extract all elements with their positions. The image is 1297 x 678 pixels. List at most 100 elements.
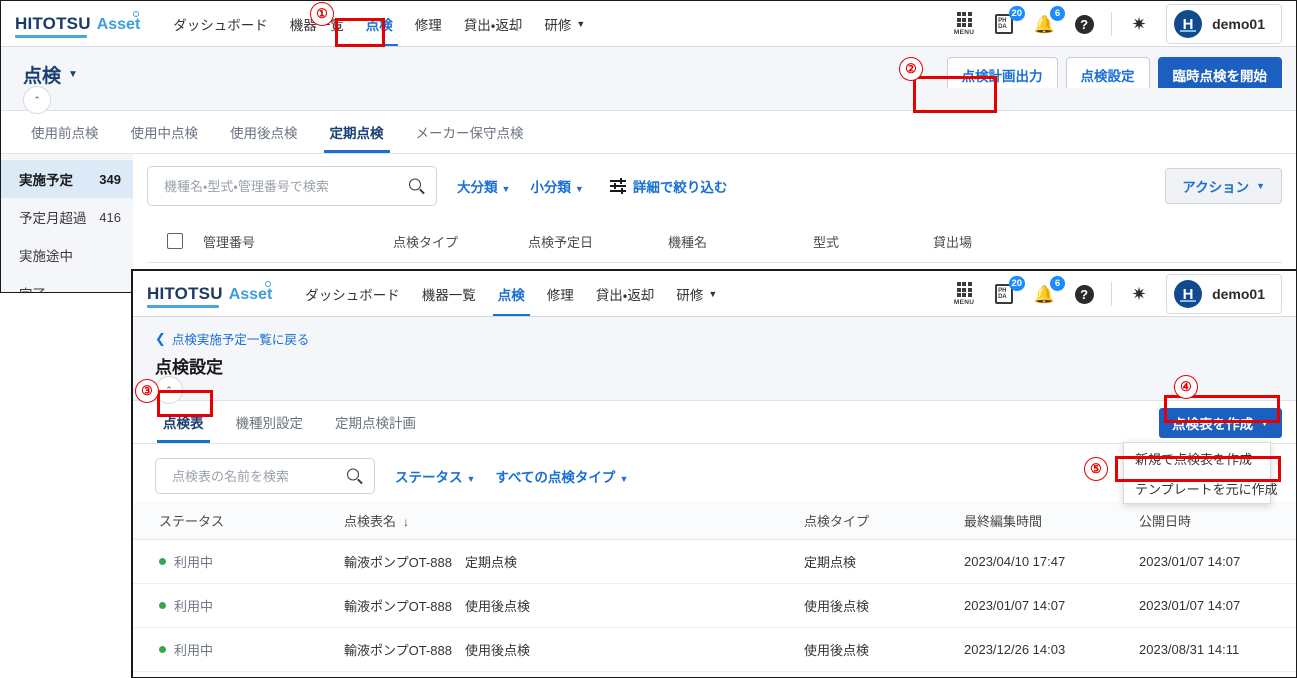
- status-dot-icon: [159, 558, 166, 565]
- menu-item-create-from-template[interactable]: テンプレートを元に作成: [1124, 473, 1278, 503]
- pda-icon[interactable]: PH DA 20: [991, 6, 1026, 39]
- nav-item-training[interactable]: 研修 ▼: [533, 1, 596, 47]
- back-nav-links: ダッシュボード 機器一覧 点検 修理 貸出・返却 研修 ▼: [162, 1, 596, 47]
- cell-published-at: 2023/01/07 14:07: [1139, 583, 1296, 628]
- nav-item-repair[interactable]: 修理: [404, 1, 453, 47]
- user-menu[interactable]: H demo01: [1166, 274, 1282, 314]
- filter-status[interactable]: ステータス ▼: [395, 466, 475, 486]
- user-menu[interactable]: H demo01: [1166, 4, 1282, 44]
- back-topbar-actions: MENU PH DA 20 🔔 6 ? ✷ H demo01: [951, 4, 1286, 44]
- page-title[interactable]: 点検 ▼: [23, 61, 78, 88]
- chevron-down-icon: ▼: [708, 289, 718, 299]
- col-sheet-name[interactable]: 点検表名 ↓: [344, 502, 804, 540]
- table-header-row: ステータス 点検表名 ↓ 点検タイプ 最終編集時間 公開日時: [133, 502, 1296, 540]
- notification-bell-icon[interactable]: 🔔 6: [1031, 6, 1066, 39]
- logo-underline: [15, 35, 87, 38]
- menu-grid-icon[interactable]: MENU: [951, 9, 977, 39]
- pda-badge: 20: [1008, 6, 1026, 21]
- cell-inspection-type: 使用後点検: [804, 627, 964, 672]
- search-icon[interactable]: [347, 468, 362, 484]
- subtab-in-use-inspection[interactable]: 使用中点検: [115, 111, 215, 153]
- create-inspection-sheet-menu: 新規で点検表を作成 テンプレートを元に作成: [1123, 442, 1278, 504]
- nav-item-training[interactable]: 研修 ▼: [665, 271, 728, 317]
- filter-minor-category[interactable]: 小分類 ▼: [530, 176, 583, 196]
- menu-grid-icon[interactable]: MENU: [951, 279, 977, 309]
- col-inspection-type: 点検タイプ: [393, 234, 459, 250]
- action-dropdown-button[interactable]: アクション ▼: [1165, 168, 1282, 204]
- cell-status: 利用中: [133, 627, 344, 672]
- filter-major-category[interactable]: 大分類 ▼: [457, 176, 510, 196]
- sort-descending-icon: ↓: [403, 515, 410, 529]
- col-last-edited[interactable]: 最終編集時間: [964, 502, 1139, 540]
- cell-sheet-name: 輸液ポンプOT-888 使用後点検: [344, 583, 804, 628]
- col-status[interactable]: ステータス: [133, 502, 344, 540]
- search-icon[interactable]: [409, 178, 424, 194]
- avatar: H: [1174, 280, 1203, 308]
- cell-last-edited: 2024/01/18 12:39: [964, 671, 1139, 677]
- table-row[interactable]: 下書き 無題の点検表 定期点検 2024/01/18 12:39 —: [133, 671, 1296, 677]
- cell-published-at: —: [1139, 671, 1296, 677]
- annotation-number-1: ①: [310, 2, 334, 26]
- search-box[interactable]: [155, 458, 375, 494]
- status-item-in-progress[interactable]: 実施途中: [1, 236, 133, 274]
- col-lending-place: 貸出場: [933, 234, 973, 250]
- select-all-checkbox[interactable]: [167, 233, 183, 249]
- cell-sheet-name: 輸液ポンプOT-888 使用後点検: [344, 627, 804, 672]
- subtab-periodic-inspection[interactable]: 定期点検: [314, 111, 400, 153]
- nav-item-inspection[interactable]: 点検: [355, 1, 404, 47]
- inspection-list-window: HITOTSU Asset ダッシュボード 機器一覧 点検 修理 貸出・返却 研…: [0, 0, 1297, 293]
- table-row[interactable]: 利用中 輸液ポンプOT-888 定期点検 定期点検 2023/04/10 17:…: [133, 539, 1296, 584]
- search-box[interactable]: [147, 166, 437, 206]
- nav-item-dashboard[interactable]: ダッシュボード: [294, 271, 411, 317]
- filter-inspection-type[interactable]: すべての点検タイプ ▼: [495, 466, 628, 486]
- table-row[interactable]: 利用中 輸液ポンプOT-888 使用後点検 使用後点検 2023/12/26 1…: [133, 627, 1296, 672]
- search-input[interactable]: [162, 177, 396, 195]
- nav-item-dashboard[interactable]: ダッシュボード: [162, 1, 279, 47]
- app-logo[interactable]: HITOTSU Asset: [147, 281, 272, 308]
- table-row[interactable]: 利用中 輸液ポンプOT-888 使用後点検 使用後点検 2023/01/07 1…: [133, 583, 1296, 628]
- app-logo[interactable]: HITOTSU Asset: [15, 11, 140, 38]
- status-item-overdue[interactable]: 予定月超過 416: [1, 198, 133, 236]
- collapse-toggle-icon[interactable]: ⌃: [23, 86, 51, 114]
- status-count: 349: [99, 171, 121, 187]
- chevron-down-icon: ▼: [1260, 418, 1269, 428]
- chevron-down-icon: ▼: [574, 184, 584, 194]
- back-subtabs: 使用前点検 使用中点検 使用後点検 定期点検 メーカー保守点検: [1, 111, 1296, 154]
- help-icon[interactable]: ?: [1071, 9, 1097, 39]
- col-inspection-type[interactable]: 点検タイプ: [804, 502, 964, 540]
- nav-item-device-list[interactable]: 機器一覧: [411, 271, 487, 317]
- collapse-toggle-icon[interactable]: ⌃: [155, 376, 183, 404]
- menu-item-create-new-sheet[interactable]: 新規で点検表を作成: [1124, 443, 1270, 473]
- nav-item-repair[interactable]: 修理: [536, 271, 585, 317]
- cell-inspection-type: 使用後点検: [804, 583, 964, 628]
- pda-icon[interactable]: PH DA 20: [991, 276, 1026, 309]
- status-dot-icon: [159, 602, 166, 609]
- topbar-divider: [1111, 282, 1113, 306]
- subtab-maker-maintenance-inspection[interactable]: メーカー保守点検: [400, 111, 540, 153]
- gear-icon[interactable]: ✷: [1126, 9, 1152, 39]
- chevron-down-icon: ▼: [501, 184, 511, 194]
- subtab-pre-use-inspection[interactable]: 使用前点検: [15, 111, 115, 153]
- breadcrumb-back-link[interactable]: ❮ 点検実施予定一覧に戻る: [155, 329, 309, 348]
- logo-underline: [147, 305, 219, 308]
- status-item-scheduled[interactable]: 実施予定 349: [1, 160, 133, 198]
- gear-icon[interactable]: ✷: [1126, 279, 1152, 309]
- advanced-filter-button[interactable]: 詳細で絞り込む: [609, 176, 727, 196]
- subtab-inspection-sheet[interactable]: 点検表: [147, 401, 220, 443]
- subtab-post-use-inspection[interactable]: 使用後点検: [214, 111, 314, 153]
- col-published-at[interactable]: 公開日時: [1139, 502, 1296, 540]
- help-icon[interactable]: ?: [1071, 279, 1097, 309]
- notification-bell-icon[interactable]: 🔔 6: [1031, 276, 1066, 309]
- nav-item-lending-return[interactable]: 貸出・返却: [453, 1, 534, 47]
- nav-item-lending-return[interactable]: 貸出・返却: [585, 271, 666, 317]
- inspection-sheet-table-body: 利用中 輸液ポンプOT-888 定期点検 定期点検 2023/04/10 17:…: [133, 539, 1296, 677]
- subtab-model-settings[interactable]: 機種別設定: [220, 401, 320, 443]
- create-inspection-sheet-button[interactable]: 点検表を作成 ▼: [1159, 408, 1282, 438]
- status-item-completed[interactable]: 完了: [1, 274, 133, 292]
- nav-item-inspection[interactable]: 点検: [487, 271, 536, 317]
- search-input[interactable]: [170, 467, 334, 485]
- status-sidebar: 実施予定 349 予定月超過 416 実施途中 完了 スキップ: [1, 154, 133, 292]
- user-name: demo01: [1212, 16, 1265, 32]
- subtab-periodic-inspection-plan[interactable]: 定期点検計画: [319, 401, 432, 443]
- select-all-cell[interactable]: [147, 233, 203, 249]
